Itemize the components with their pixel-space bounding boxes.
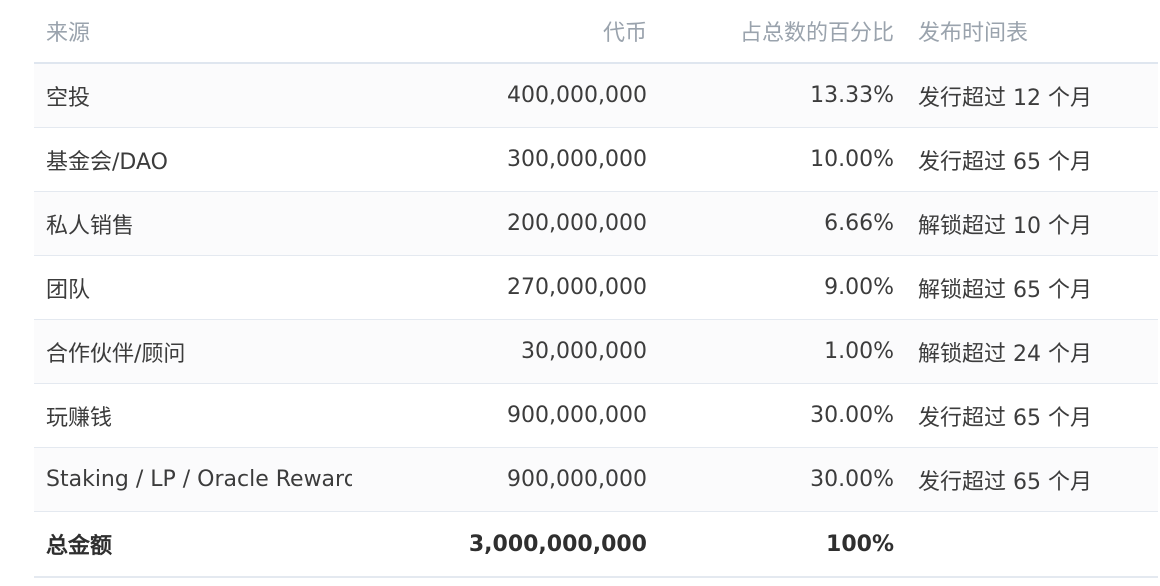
cell-release-schedule: 发行超过 65 个月 [906, 383, 1158, 448]
table-header: 来源 代币 占总数的百分比 发布时间表 [34, 0, 1158, 64]
cell-source: 空投 [34, 63, 352, 128]
table-row: 私人销售 200,000,000 6.66% 解锁超过 10 个月 [34, 191, 1158, 256]
header-source: 来源 [34, 0, 352, 64]
cell-tokens: 30,000,000 [352, 319, 659, 384]
cell-release-schedule: 解锁超过 10 个月 [906, 191, 1158, 256]
cell-source: 团队 [34, 255, 352, 320]
cell-percentage: 30.00% [659, 447, 906, 512]
cell-source: Staking / LP / Oracle Rewards [34, 447, 352, 512]
cell-release-schedule: 发行超过 65 个月 [906, 447, 1158, 512]
cell-percentage: 10.00% [659, 127, 906, 192]
table-row: Staking / LP / Oracle Rewards 900,000,00… [34, 447, 1158, 512]
table-row: 团队 270,000,000 9.00% 解锁超过 65 个月 [34, 255, 1158, 320]
table-body: 空投 400,000,000 13.33% 发行超过 12 个月 基金会/DAO… [34, 63, 1158, 578]
token-allocation-table: 来源 代币 占总数的百分比 发布时间表 空投 400,000,000 13.33… [34, 0, 1158, 578]
header-tokens: 代币 [352, 0, 659, 64]
cell-source: 合作伙伴/顾问 [34, 319, 352, 384]
header-percentage: 占总数的百分比 [659, 0, 906, 64]
cell-release-schedule: 发行超过 12 个月 [906, 63, 1158, 128]
cell-tokens: 300,000,000 [352, 127, 659, 192]
total-label: 总金额 [34, 511, 352, 578]
cell-tokens: 900,000,000 [352, 383, 659, 448]
total-percentage: 100% [659, 511, 906, 578]
cell-tokens: 900,000,000 [352, 447, 659, 512]
cell-release-schedule: 解锁超过 24 个月 [906, 319, 1158, 384]
cell-tokens: 270,000,000 [352, 255, 659, 320]
cell-tokens: 200,000,000 [352, 191, 659, 256]
total-row: 总金额 3,000,000,000 100% [34, 511, 1158, 578]
table-row: 空投 400,000,000 13.33% 发行超过 12 个月 [34, 63, 1158, 128]
cell-percentage: 6.66% [659, 191, 906, 256]
cell-source: 基金会/DAO [34, 127, 352, 192]
header-release-schedule: 发布时间表 [906, 0, 1158, 64]
cell-percentage: 13.33% [659, 63, 906, 128]
table-row: 玩赚钱 900,000,000 30.00% 发行超过 65 个月 [34, 383, 1158, 448]
cell-source: 玩赚钱 [34, 383, 352, 448]
cell-percentage: 30.00% [659, 383, 906, 448]
cell-source: 私人销售 [34, 191, 352, 256]
token-allocation-table-wrapper: 来源 代币 占总数的百分比 发布时间表 空投 400,000,000 13.33… [34, 0, 1158, 578]
header-row: 来源 代币 占总数的百分比 发布时间表 [34, 0, 1158, 64]
total-release-schedule [906, 511, 1158, 578]
cell-percentage: 9.00% [659, 255, 906, 320]
table-row: 基金会/DAO 300,000,000 10.00% 发行超过 65 个月 [34, 127, 1158, 192]
cell-tokens: 400,000,000 [352, 63, 659, 128]
cell-release-schedule: 发行超过 65 个月 [906, 127, 1158, 192]
cell-release-schedule: 解锁超过 65 个月 [906, 255, 1158, 320]
cell-percentage: 1.00% [659, 319, 906, 384]
total-tokens: 3,000,000,000 [352, 511, 659, 578]
table-row: 合作伙伴/顾问 30,000,000 1.00% 解锁超过 24 个月 [34, 319, 1158, 384]
